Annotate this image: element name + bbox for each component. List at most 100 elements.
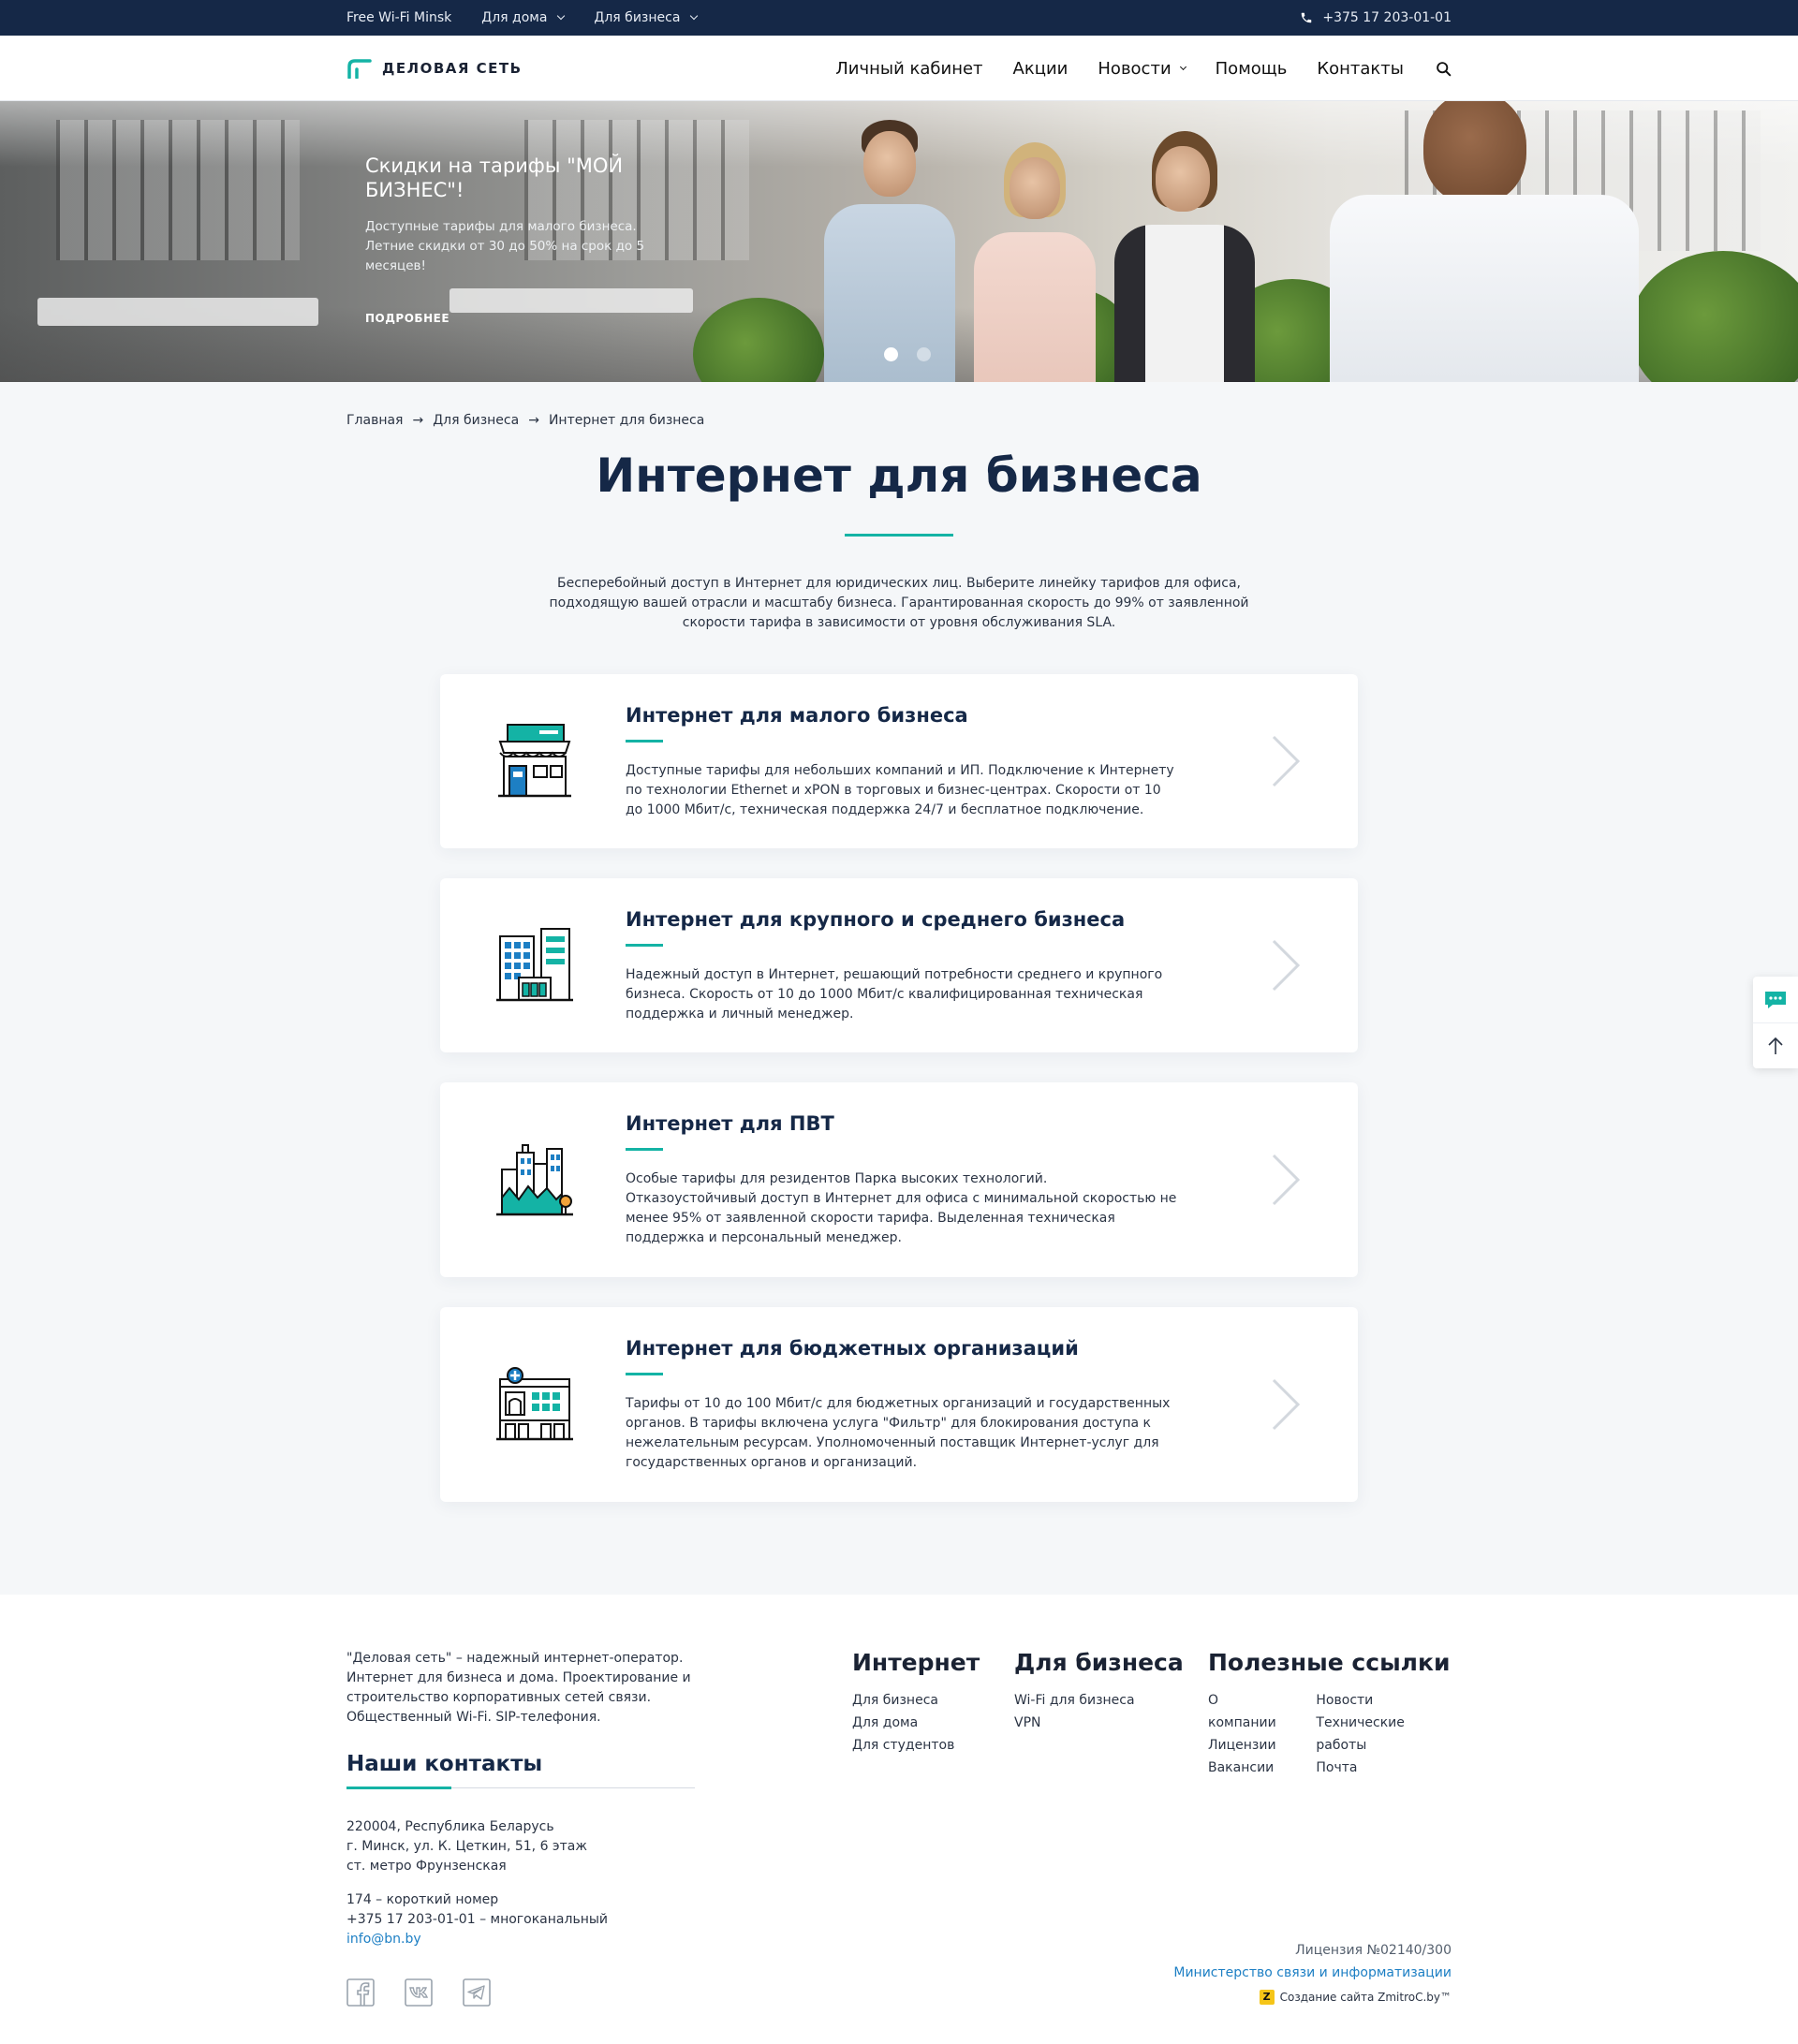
hero-person [824, 120, 955, 382]
slider-dot-1[interactable] [884, 347, 898, 361]
search-button[interactable] [1436, 61, 1452, 77]
developer-logo-icon: Z [1259, 1990, 1275, 2005]
footer-col-title: Для бизнеса [1014, 1649, 1184, 1676]
hero-more-link[interactable]: ПОДРОБНЕЕ [365, 312, 450, 325]
nav-news[interactable]: Новости [1098, 59, 1186, 79]
phone-icon [1302, 12, 1312, 23]
footer-link[interactable]: Для студентов [852, 1734, 980, 1757]
chevron-right-icon[interactable] [1270, 1152, 1302, 1208]
card-description: Доступные тарифы для небольших компаний … [626, 763, 1174, 817]
footer-address: 220004, Республика Беларусь г. Минск, ул… [346, 1819, 587, 1874]
card-underline [626, 740, 663, 743]
top-phone[interactable]: +375 17 203-01-01 [1300, 10, 1452, 25]
nav-promo[interactable]: Акции [1013, 59, 1068, 79]
hero-banner: Скидки на тарифы "МОЙ БИЗНЕС"! Доступные… [0, 101, 1798, 382]
nav-cabinet[interactable]: Личный кабинет [835, 59, 982, 79]
footer-phones: 174 – короткий номер +375 17 203-01-01 –… [346, 1890, 608, 1949]
card-budget-organizations[interactable]: Интернет для бюджетных организаций Тариф… [440, 1307, 1358, 1502]
card-description: Особые тарифы для резидентов Парка высок… [626, 1171, 1177, 1245]
footer-link[interactable]: О компании [1208, 1689, 1286, 1734]
footer-ministry-link[interactable]: Министерство связи и информатизации [1173, 1965, 1452, 1980]
top-link-business[interactable]: Для бизнеса [594, 10, 699, 25]
search-icon [1437, 61, 1452, 76]
footer-col-title: Полезные ссылки [1208, 1649, 1451, 1676]
side-widget [1753, 977, 1798, 1068]
chevron-right-icon[interactable] [1270, 937, 1302, 993]
card-body: Интернет для крупного и среднего бизнеса… [626, 906, 1178, 1024]
footer-developer-link[interactable]: Z Создание сайта ZmitroC.by™ [1259, 1990, 1452, 2005]
top-link-home[interactable]: Для дома [481, 10, 566, 25]
footer-link[interactable]: Wi-Fi для бизнеса [1014, 1689, 1184, 1712]
page-intro: Бесперебойный доступ в Интернет для юрид… [549, 576, 1249, 630]
scroll-top-button[interactable] [1753, 1022, 1798, 1068]
footer-about: "Деловая сеть" – надежный интернет-опера… [346, 1651, 691, 1725]
card-large-business[interactable]: Интернет для крупного и среднего бизнеса… [440, 878, 1358, 1052]
hero-description: Доступные тарифы для малого бизнеса. Лет… [365, 219, 645, 273]
top-links: Free Wi-Fi Minsk Для дома Для бизнеса [346, 10, 699, 25]
footer-email-link[interactable]: info@bn.by [346, 1930, 608, 1949]
card-underline [626, 1373, 663, 1375]
footer-link[interactable]: Лицензии [1208, 1734, 1286, 1757]
vk-icon[interactable] [405, 1978, 433, 2007]
chevron-down-icon [1179, 63, 1186, 70]
footer-contacts-title: Наши контакты [346, 1752, 543, 1776]
footer-link[interactable]: Почта [1316, 1757, 1452, 1779]
chevron-right-icon[interactable] [1270, 1376, 1302, 1433]
breadcrumb-business[interactable]: Для бизнеса [433, 413, 519, 428]
chevron-down-icon [557, 11, 566, 21]
slider-dots [884, 347, 931, 361]
service-cards: Интернет для малого бизнеса Доступные та… [440, 674, 1358, 1502]
card-body: Интернет для ПВТ Особые тарифы для резид… [626, 1110, 1178, 1248]
card-body: Интернет для малого бизнеса Доступные та… [626, 702, 1178, 820]
footer: "Деловая сеть" – надежный интернет-опера… [0, 1595, 1798, 2044]
card-title: Интернет для ПВТ [626, 1112, 834, 1135]
nav-help[interactable]: Помощь [1216, 59, 1288, 79]
footer-link[interactable]: Новости [1316, 1689, 1452, 1712]
main-header: ДЕЛОВАЯ СЕТЬ Личный кабинет Акции Новост… [0, 36, 1798, 101]
breadcrumb: Главная → Для бизнеса → Интернет для биз… [346, 382, 1452, 438]
card-description: Надежный доступ в Интернет, решающий пот… [626, 967, 1163, 1022]
arrow-right-icon: → [528, 413, 539, 428]
hero-person [974, 142, 1096, 382]
office-buildings-icon [496, 928, 573, 1002]
city-park-icon [496, 1144, 573, 1216]
footer-col-title: Интернет [852, 1649, 980, 1676]
footer-link[interactable]: Для бизнеса [852, 1689, 980, 1712]
top-bar: Free Wi-Fi Minsk Для дома Для бизнеса +3… [0, 0, 1798, 36]
logo[interactable]: ДЕЛОВАЯ СЕТЬ [346, 58, 523, 79]
nav-contacts[interactable]: Контакты [1317, 59, 1404, 79]
chat-button[interactable] [1753, 977, 1798, 1022]
card-description: Тарифы от 10 до 100 Мбит/с для бюджетных… [626, 1396, 1171, 1470]
hero-window [56, 120, 300, 260]
main-nav: Личный кабинет Акции Новости Помощь Конт… [835, 59, 1452, 79]
telegram-icon[interactable] [463, 1978, 491, 2007]
hero-person [1330, 101, 1639, 382]
hero-text: Скидки на тарифы "МОЙ БИЗНЕС"! Доступные… [365, 154, 646, 326]
logo-text: ДЕЛОВАЯ СЕТЬ [382, 60, 523, 77]
page-title: Интернет для бизнеса [596, 449, 1202, 503]
card-small-business[interactable]: Интернет для малого бизнеса Доступные та… [440, 674, 1358, 848]
breadcrumb-current: Интернет для бизнеса [548, 413, 705, 428]
footer-link[interactable]: VPN [1014, 1712, 1184, 1734]
hospital-icon [496, 1367, 573, 1441]
hero-person [1105, 131, 1255, 382]
footer-link[interactable]: Для дома [852, 1712, 980, 1734]
chevron-right-icon[interactable] [1270, 733, 1302, 789]
facebook-icon[interactable] [346, 1978, 375, 2007]
top-link-free-wifi[interactable]: Free Wi-Fi Minsk [346, 10, 451, 25]
breadcrumb-home[interactable]: Главная [346, 413, 403, 428]
card-hitech-park[interactable]: Интернет для ПВТ Особые тарифы для резид… [440, 1082, 1358, 1277]
card-underline [626, 944, 663, 947]
footer-link[interactable]: Технические работы [1316, 1712, 1452, 1757]
chat-icon [1765, 991, 1786, 1008]
card-title: Интернет для крупного и среднего бизнеса [626, 908, 1126, 931]
slider-dot-2[interactable] [917, 347, 931, 361]
footer-link[interactable]: Вакансии [1208, 1757, 1286, 1779]
arrow-up-icon [1768, 1037, 1783, 1054]
arrow-right-icon: → [412, 413, 424, 428]
footer-social [346, 1978, 491, 2007]
footer-col-business: Для бизнеса Wi-Fi для бизнеса VPN [1014, 1649, 1184, 1734]
title-underline [845, 534, 953, 537]
hero-plant [1629, 251, 1798, 382]
shop-icon [498, 724, 571, 798]
